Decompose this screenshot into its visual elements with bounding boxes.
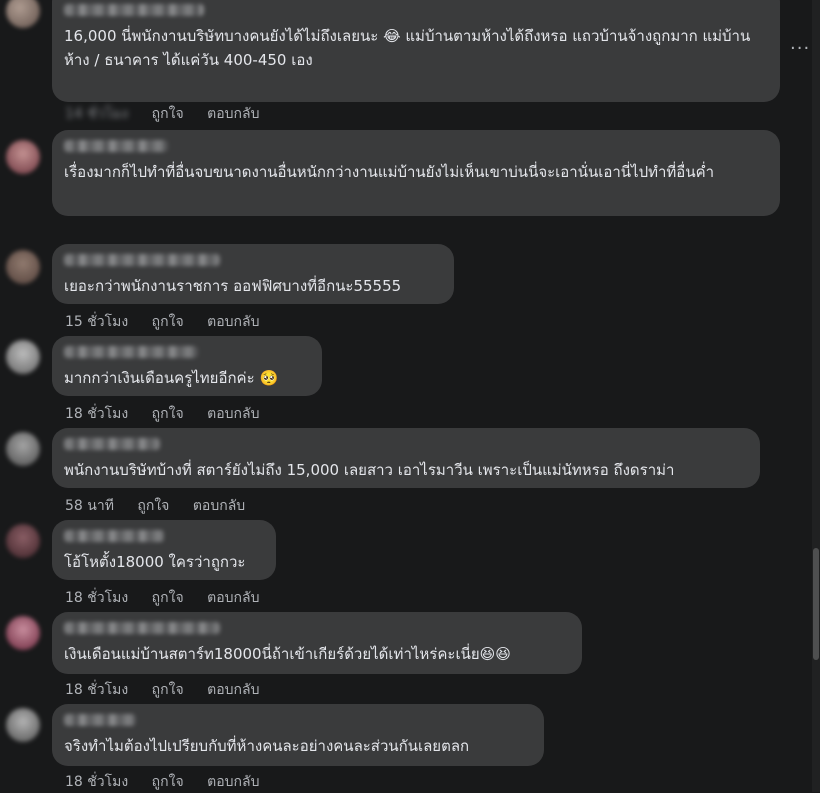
- comment-text: เงินเดือนแม่บ้านสตาร์ท18000นี่ถ้าเข้าเกี…: [64, 642, 570, 666]
- avatar[interactable]: [6, 616, 40, 650]
- avatar[interactable]: [6, 524, 40, 558]
- reply-button[interactable]: ตอบกลับ: [207, 314, 259, 330]
- comment-bubble: เงินเดือนแม่บ้านสตาร์ท18000นี่ถ้าเข้าเกี…: [52, 612, 582, 674]
- comment-bubble: 16,000 นี่พนักงานบริษัทบางคนยังได้ไม่ถึง…: [52, 0, 780, 102]
- avatar[interactable]: [6, 340, 40, 374]
- comment-actions: 18 ชั่วโมง ถูกใจ ตอบกลับ: [65, 587, 278, 609]
- pleading-face-emoji-icon: 🥺: [259, 369, 279, 387]
- comment-bubble: เรื่องมากก็ไปทำที่อื่นจบขนาดงานอื่นหนักก…: [52, 130, 780, 216]
- comment-bubble: โอ้โหตั้ง18000 ใครว่าถูกวะ: [52, 520, 276, 580]
- comment-bubble: จริงทำไมต้องไปเปรียบกับที่ห้างคนละอย่างค…: [52, 704, 544, 766]
- like-button[interactable]: ถูกใจ: [152, 590, 184, 606]
- reply-button[interactable]: ตอบกลับ: [207, 590, 259, 606]
- comment-time[interactable]: 18 ชั่วโมง: [65, 406, 128, 422]
- commenter-name[interactable]: [64, 346, 198, 358]
- reply-button[interactable]: ตอบกลับ: [193, 498, 245, 514]
- commenter-name[interactable]: [64, 254, 220, 266]
- reply-button[interactable]: ตอบกลับ: [207, 682, 259, 698]
- like-button[interactable]: ถูกใจ: [137, 498, 169, 514]
- comment-actions: 58 นาที ถูกใจ ตอบกลับ: [65, 495, 264, 517]
- laughing-emoji-icon: 😂: [383, 27, 401, 45]
- comment-text: เยอะกว่าพนักงานราชการ ออฟฟิศบางที่อีกนะ5…: [64, 277, 402, 295]
- comment-bubble: พนักงานบริษัทบ้างที่ สตาร์ยังไม่ถึง 15,0…: [52, 428, 760, 488]
- comment-text: พนักงานบริษัทบ้างที่ สตาร์ยังไม่ถึง 15,0…: [64, 461, 675, 479]
- avatar[interactable]: [6, 432, 40, 466]
- comment-actions: 18 ชั่วโมง ถูกใจ ตอบกลับ: [65, 679, 278, 701]
- comment-text: เรื่องมากก็ไปทำที่อื่นจบขนาดงานอื่นหนักก…: [64, 163, 715, 181]
- laughing-emoji-icon: 😆😆: [479, 645, 511, 663]
- commenter-name[interactable]: [64, 140, 168, 152]
- comment-text: มากกว่าเงินเดือนครูไทยอีกค่ะ 🥺: [64, 366, 310, 390]
- avatar[interactable]: [6, 708, 40, 742]
- comment-time[interactable]: 18 ชั่วโมง: [65, 774, 128, 790]
- comment-time[interactable]: 18 ชั่วโมง: [65, 590, 128, 606]
- commenter-name[interactable]: [64, 530, 164, 542]
- avatar[interactable]: [6, 0, 40, 28]
- comment-text: จริงทำไมต้องไปเปรียบกับที่ห้างคนละอย่างค…: [64, 737, 470, 755]
- commenter-name[interactable]: [64, 4, 204, 16]
- like-button[interactable]: ถูกใจ: [152, 682, 184, 698]
- comment-time[interactable]: 18 ชั่วโมง: [65, 682, 128, 698]
- scrollbar[interactable]: [812, 0, 820, 792]
- comment-actions: 18 ชั่วโมง ถูกใจ ตอบกลับ: [65, 403, 278, 425]
- commenter-name[interactable]: [64, 438, 160, 450]
- avatar[interactable]: [6, 250, 40, 284]
- reply-button[interactable]: ตอบกลับ: [207, 406, 259, 422]
- reply-button[interactable]: ตอบกลับ: [207, 774, 259, 790]
- comment-text: 16,000 นี่พนักงานบริษัทบางคนยังได้ไม่ถึง…: [64, 24, 768, 72]
- comment-time[interactable]: 15 ชั่วโมง: [65, 314, 128, 330]
- comment-bubble: เยอะกว่าพนักงานราชการ ออฟฟิศบางที่อีกนะ5…: [52, 244, 454, 304]
- comment-actions: 18 ชั่วโมง ถูกใจ ตอบกลับ: [65, 771, 278, 793]
- comment-time[interactable]: 14 ชั่วโมง: [65, 106, 128, 122]
- comment-time[interactable]: 58 นาที: [65, 498, 114, 514]
- like-button[interactable]: ถูกใจ: [152, 406, 184, 422]
- like-button[interactable]: ถูกใจ: [152, 106, 184, 122]
- comment-actions: 15 ชั่วโมง ถูกใจ ตอบกลับ: [65, 311, 278, 333]
- comment-actions: [65, 218, 137, 234]
- reply-button[interactable]: ตอบกลับ: [207, 106, 259, 122]
- like-button[interactable]: ถูกใจ: [152, 314, 184, 330]
- more-options-icon[interactable]: ···: [790, 38, 810, 59]
- scrollbar-thumb[interactable]: [813, 548, 819, 660]
- comment-text: โอ้โหตั้ง18000 ใครว่าถูกวะ: [64, 553, 246, 571]
- avatar[interactable]: [6, 140, 40, 174]
- commenter-name[interactable]: [64, 714, 136, 726]
- commenter-name[interactable]: [64, 622, 220, 634]
- like-button[interactable]: ถูกใจ: [152, 774, 184, 790]
- comment-time[interactable]: [65, 218, 118, 234]
- comment-bubble: มากกว่าเงินเดือนครูไทยอีกค่ะ 🥺: [52, 336, 322, 396]
- comment-actions: 14 ชั่วโมง ถูกใจ ตอบกลับ: [65, 103, 278, 125]
